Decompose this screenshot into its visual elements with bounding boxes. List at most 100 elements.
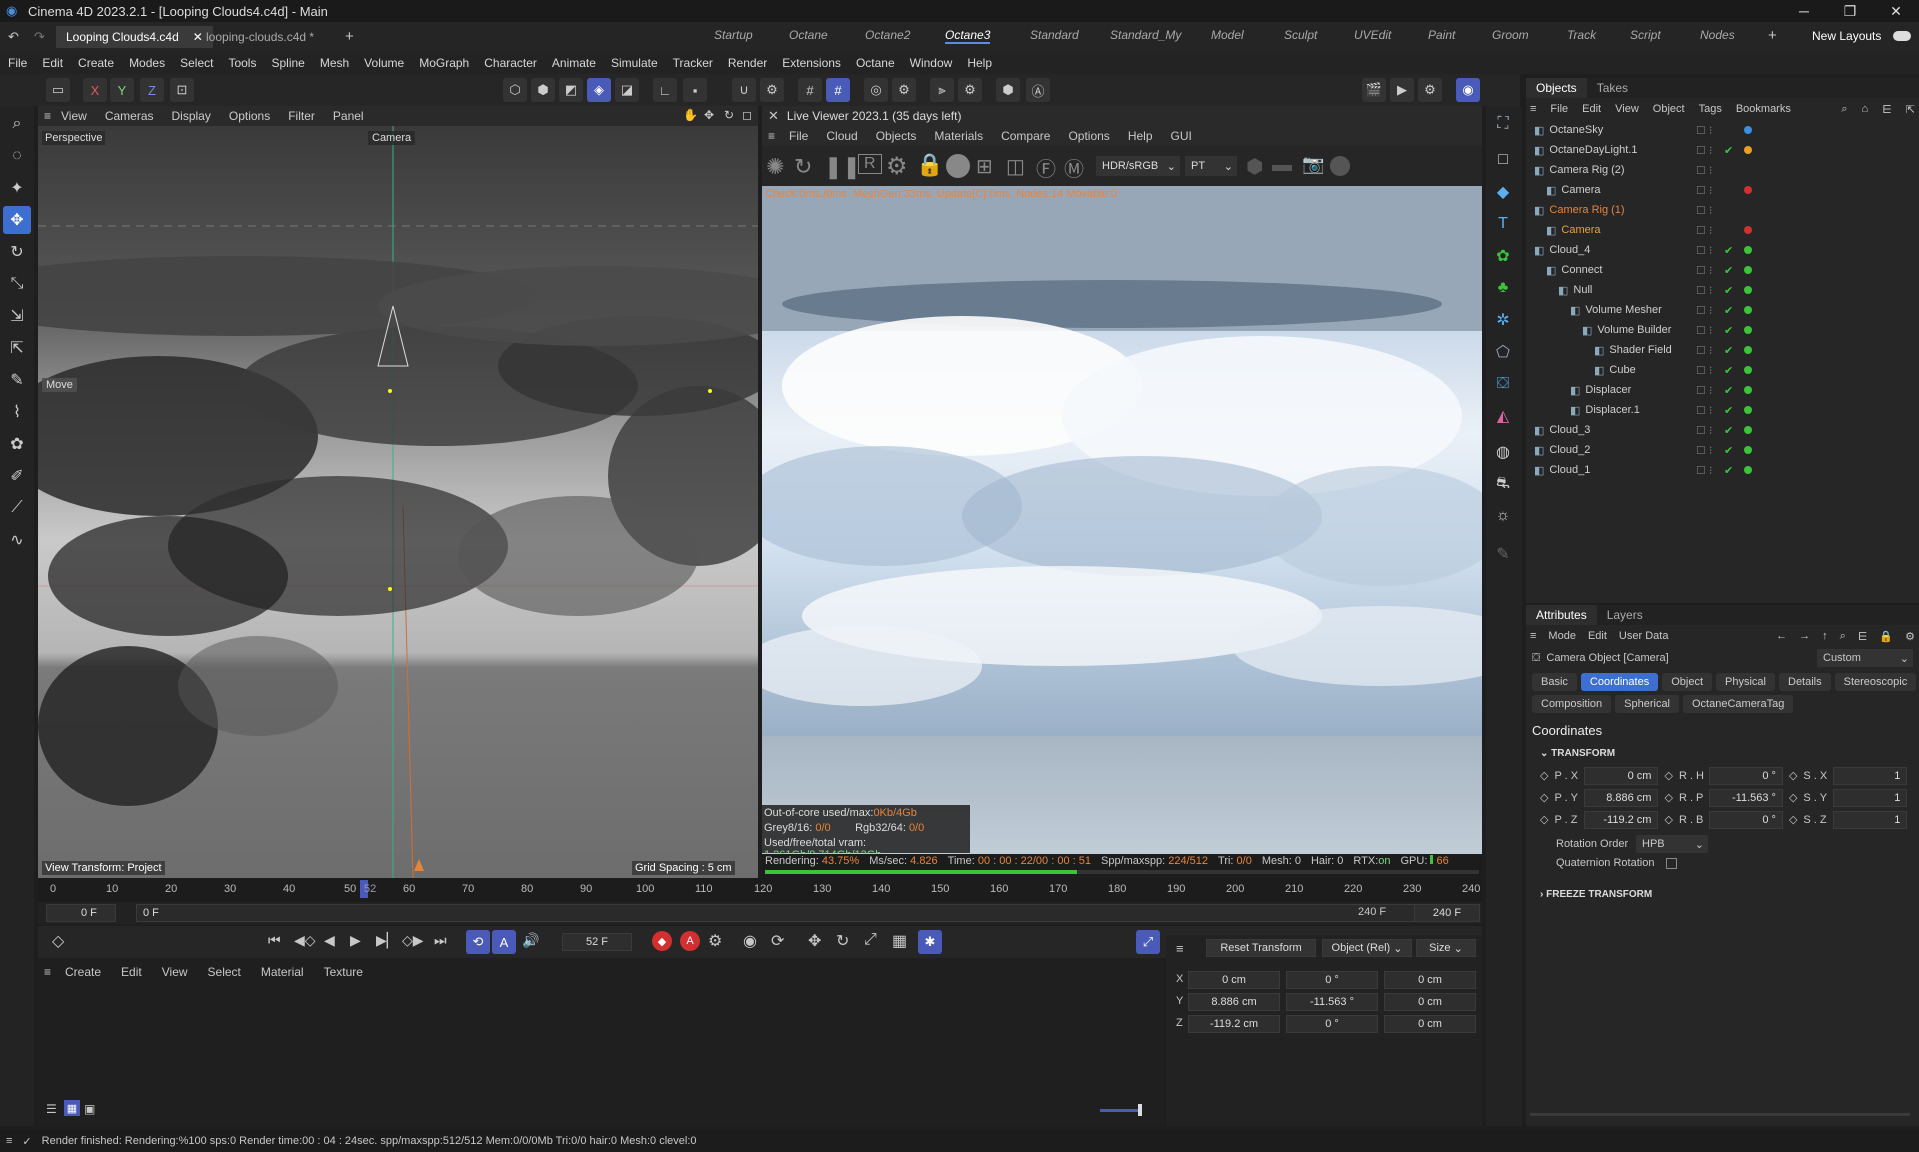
loop-icon[interactable]: ⟲ xyxy=(466,930,490,954)
keyframe-icon[interactable]: ◇ xyxy=(52,931,64,951)
play-button[interactable]: ▶ xyxy=(350,932,361,949)
preset-select[interactable]: Custom ⌄ xyxy=(1817,649,1913,667)
live-viewer-render[interactable]: Check:0ms./0ms. MeshGen:33ms. Update[C]:… xyxy=(762,186,1482,736)
auto-key-icon[interactable]: A xyxy=(680,931,700,951)
visibility-toggle[interactable]: ☐ ⁝ xyxy=(1696,424,1712,437)
tag-icon[interactable] xyxy=(1744,386,1752,394)
enabled-check-icon[interactable]: ✔ xyxy=(1724,424,1733,437)
layout-script[interactable]: Script xyxy=(1630,28,1661,42)
scale-all-icon[interactable]: ⇱ xyxy=(3,334,31,362)
visibility-toggle[interactable]: ☐ ⁝ xyxy=(1696,224,1712,237)
tag-icon[interactable] xyxy=(1744,406,1752,414)
frame-range-slider[interactable]: 0 F xyxy=(136,904,1416,922)
mat-menu-material[interactable]: Material xyxy=(261,965,304,979)
object-tree-item[interactable]: ◧ Cloud_2 ☐ ⁝ ✔ xyxy=(1526,440,1919,460)
restart-render-icon[interactable]: ↻ xyxy=(794,154,812,180)
menu-octane[interactable]: Octane xyxy=(856,56,895,70)
lock-icon[interactable]: 🔒 xyxy=(1879,630,1893,643)
menu-extensions[interactable]: Extensions xyxy=(782,56,841,70)
visibility-toggle[interactable]: ☐ ⁝ xyxy=(1696,164,1712,177)
spline-pen-icon[interactable]: ✎ xyxy=(3,366,31,394)
coordinates-toggle-icon[interactable]: ⤢ xyxy=(1136,930,1160,954)
visibility-toggle[interactable]: ☐ ⁝ xyxy=(1696,344,1712,357)
new-layouts-link[interactable]: New Layouts xyxy=(1812,29,1881,43)
focus-picker-icon[interactable]: ◫ xyxy=(1006,154,1025,179)
layout-uvedit[interactable]: UVEdit xyxy=(1354,28,1391,42)
hexagon-icon[interactable]: ⬢ xyxy=(996,78,1020,102)
snap-settings-icon[interactable]: ⚙ xyxy=(760,78,784,102)
attr-menu-mode[interactable]: Mode xyxy=(1548,630,1576,642)
expand-icon[interactable]: ⇱ xyxy=(1906,103,1915,116)
filter-icon[interactable]: ⋿ xyxy=(1858,630,1868,643)
tag-icon[interactable] xyxy=(1744,366,1752,374)
cube-outline-icon[interactable]: □ xyxy=(1489,146,1517,174)
layout-paint[interactable]: Paint xyxy=(1428,28,1455,42)
tag-icon[interactable] xyxy=(1744,346,1752,354)
attr-scrollbar[interactable] xyxy=(1530,1113,1910,1116)
reset-transform-button[interactable]: Reset Transform xyxy=(1206,939,1316,957)
lv-menu-gui[interactable]: GUI xyxy=(1171,129,1192,143)
render-to-picture-viewer-icon[interactable]: ▶ xyxy=(1390,78,1414,102)
size-y-field[interactable]: 0 cm xyxy=(1384,993,1476,1011)
doc-tab-active[interactable]: Looping Clouds4.c4d ✕ xyxy=(56,26,213,48)
go-to-start-button[interactable]: ⏮ xyxy=(268,932,281,949)
visibility-toggle[interactable]: ☐ ⁝ xyxy=(1696,144,1712,157)
maximize-button[interactable]: ❐ xyxy=(1827,0,1873,22)
settings-icon[interactable]: ⚙ xyxy=(1905,630,1915,643)
visibility-toggle[interactable]: ☐ ⁝ xyxy=(1696,464,1712,477)
enabled-check-icon[interactable]: ✔ xyxy=(1724,444,1733,457)
layout-model[interactable]: Model xyxy=(1211,28,1244,42)
viewport-menu-panel[interactable]: Panel xyxy=(333,109,364,123)
deformer-icon[interactable]: ✲ xyxy=(1489,306,1517,334)
lv-menu-help[interactable]: Help xyxy=(1128,129,1153,143)
symmetry-settings-icon[interactable]: ⚙ xyxy=(958,78,982,102)
menu-render[interactable]: Render xyxy=(728,56,767,70)
quaternion-checkbox[interactable] xyxy=(1666,857,1677,869)
layout-startup[interactable]: Startup xyxy=(714,28,753,42)
doc-tab[interactable]: looping-clouds.c4d * xyxy=(196,26,324,48)
octane-live-icon[interactable]: ◉ xyxy=(1456,78,1480,102)
enabled-check-icon[interactable]: ✔ xyxy=(1724,364,1733,377)
go-to-end-button[interactable]: ⏭ xyxy=(434,932,447,949)
mograph-cloner-icon[interactable]: ♣ xyxy=(1489,274,1517,302)
tab-layers[interactable]: Layers xyxy=(1597,608,1653,622)
menu-mesh[interactable]: Mesh xyxy=(320,56,349,70)
visibility-toggle[interactable]: ☐ ⁝ xyxy=(1696,264,1712,277)
rotation-p-field[interactable]: -11.563 ° xyxy=(1286,993,1378,1011)
hamburger-icon[interactable]: ≡ xyxy=(1530,630,1536,642)
object-tree-item[interactable]: ◧ Cube ☐ ⁝ ✔ xyxy=(1526,360,1919,380)
key-pla-icon[interactable]: ✱ xyxy=(918,930,942,954)
keyframe-diamond-icon[interactable]: ◇ xyxy=(1789,813,1797,826)
model-mode-icon[interactable]: ◈ xyxy=(587,78,611,102)
lv-menu-objects[interactable]: Objects xyxy=(876,129,917,143)
menu-animate[interactable]: Animate xyxy=(552,56,596,70)
tag-icon[interactable] xyxy=(1744,266,1752,274)
object-tree-item[interactable]: ◧ Null ☐ ⁝ ✔ xyxy=(1526,280,1919,300)
large-view-icon[interactable]: ▣ xyxy=(84,1102,95,1116)
mat-menu-create[interactable]: Create xyxy=(65,965,101,979)
menu-help[interactable]: Help xyxy=(967,56,992,70)
attr-tab-composition[interactable]: Composition xyxy=(1532,695,1612,713)
zoom-slider-handle[interactable] xyxy=(1138,1104,1142,1116)
home-icon[interactable]: ⌂ xyxy=(1862,103,1869,115)
layout-nodes[interactable]: Nodes xyxy=(1700,28,1735,42)
pan-icon[interactable]: ✋ xyxy=(683,108,698,122)
uv-mode-icon[interactable]: ◪ xyxy=(615,78,639,102)
knife-tool-icon[interactable]: ⟋ xyxy=(3,494,31,522)
freeze-transform-group[interactable]: › FREEZE TRANSFORM xyxy=(1526,869,1919,920)
text-tool-icon[interactable]: T xyxy=(1489,210,1517,238)
camera-object-icon[interactable]: ⛶ xyxy=(1489,110,1517,138)
viewport-camera-label[interactable]: Camera xyxy=(368,131,416,145)
hamburger-icon[interactable]: ≡ xyxy=(6,1135,12,1147)
tag-icon[interactable] xyxy=(1744,206,1752,214)
enabled-check-icon[interactable]: ✔ xyxy=(1724,144,1733,157)
object-tree-item[interactable]: ◧ Displacer ☐ ⁝ ✔ xyxy=(1526,380,1919,400)
tag-icon[interactable] xyxy=(1744,146,1752,154)
coord-mode-select[interactable]: Object (Rel) ⌄ xyxy=(1322,939,1412,957)
octane-sky-icon[interactable]: ◍ xyxy=(1489,438,1517,466)
visibility-toggle[interactable]: ☐ ⁝ xyxy=(1696,404,1712,417)
visibility-toggle[interactable]: ☐ ⁝ xyxy=(1696,324,1712,337)
visibility-toggle[interactable]: ☐ ⁝ xyxy=(1696,124,1712,137)
end-frame-field[interactable]: 240 F xyxy=(1414,904,1480,922)
view-mode-icon[interactable]: ▭ xyxy=(46,78,70,102)
